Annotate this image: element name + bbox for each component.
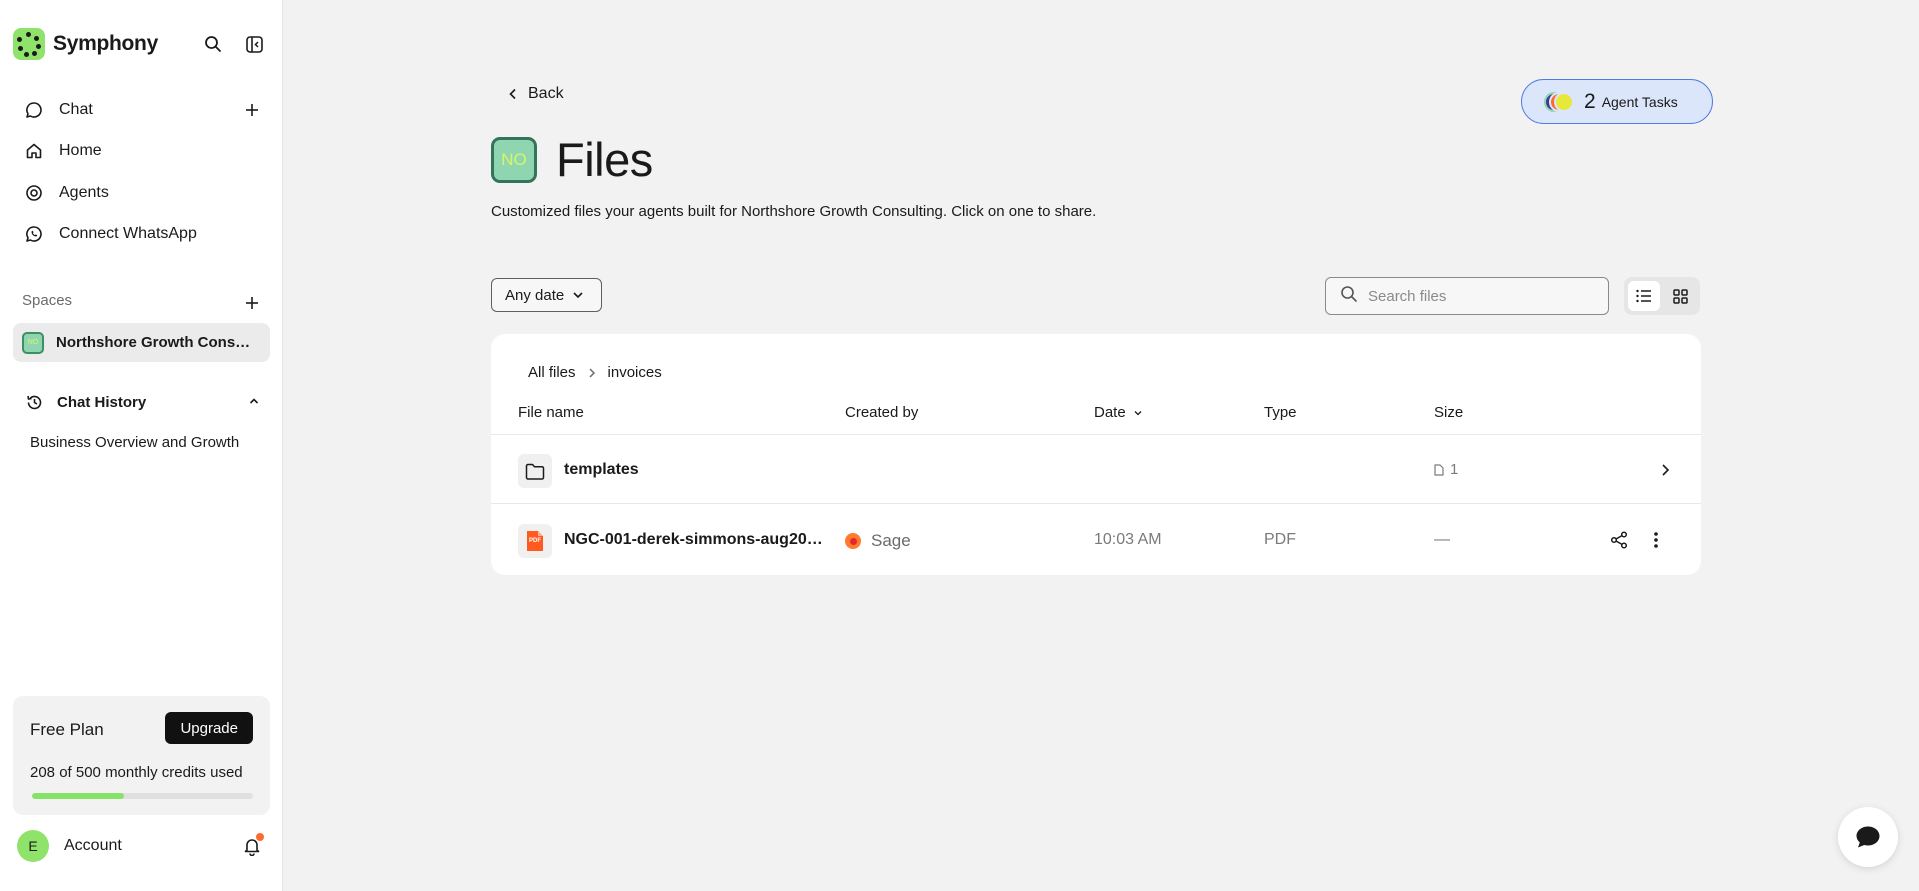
plan-card: Free Plan Upgrade 208 of 500 monthly cre… — [13, 696, 270, 815]
sidebar-item-label: Chat — [59, 101, 93, 118]
sidebar-item-agents[interactable]: Agents — [13, 175, 270, 211]
agent-tasks-button[interactable]: 2 Agent Tasks — [1521, 79, 1713, 124]
grid-icon — [1672, 288, 1688, 304]
column-header-created-by[interactable]: Created by — [845, 404, 918, 421]
home-icon — [25, 142, 43, 160]
list-view-button[interactable] — [1628, 281, 1660, 311]
pdf-file-icon: PDF — [518, 524, 552, 558]
account-button[interactable]: E Account — [17, 830, 122, 862]
file-name: templates — [564, 461, 639, 478]
chat-history-toggle[interactable]: Chat History — [13, 384, 270, 420]
credits-text: 208 of 500 monthly credits used — [30, 764, 243, 781]
notification-dot — [256, 833, 264, 841]
view-toggle — [1624, 277, 1700, 315]
date-filter-dropdown[interactable]: Any date — [491, 278, 602, 312]
files-table: All files invoices File name Created by … — [491, 334, 1701, 575]
sidebar-item-chat[interactable]: Chat — [13, 92, 270, 128]
app-name: Symphony — [53, 32, 158, 55]
avatar: E — [17, 830, 49, 862]
file-size: — — [1434, 531, 1450, 548]
notification-bell-icon[interactable] — [242, 833, 264, 857]
chevron-up-icon — [248, 394, 260, 411]
back-button[interactable]: Back — [508, 85, 564, 103]
chevron-right-icon — [588, 367, 596, 379]
space-name: Northshore Growth Consulting — [56, 334, 256, 351]
page-title: Files — [556, 133, 653, 186]
created-by: Sage — [845, 531, 911, 551]
symphony-logo-icon — [13, 28, 45, 60]
breadcrumb-all-files[interactable]: All files — [528, 364, 576, 381]
chat-bubble-icon — [1856, 826, 1880, 848]
grid-view-button[interactable] — [1664, 281, 1696, 311]
file-date: 10:03 AM — [1094, 531, 1162, 548]
plan-title: Free Plan — [30, 720, 104, 739]
pdf-icon-label: PDF — [529, 538, 541, 544]
chat-bubble-icon — [25, 101, 43, 119]
table-row-file[interactable]: PDF NGC-001-derek-simmons-aug2025.pdf Sa… — [491, 505, 1701, 574]
new-chat-plus-icon[interactable] — [243, 101, 261, 119]
sidebar-space-northshore[interactable]: NO Northshore Growth Consulting — [13, 323, 270, 362]
list-icon — [1636, 289, 1651, 303]
agent-tasks-label: Agent Tasks — [1601, 93, 1678, 110]
account-label: Account — [64, 837, 122, 854]
sidebar-item-home[interactable]: Home — [13, 133, 270, 169]
credits-progress-bar — [32, 793, 253, 799]
column-header-date-label: Date — [1094, 404, 1126, 421]
breadcrumb-current: invoices — [607, 364, 662, 381]
page-subtitle: Customized files your agents built for N… — [491, 203, 1097, 220]
row-divider — [491, 503, 1701, 504]
sidebar-item-label: Connect WhatsApp — [59, 225, 197, 242]
agent-avatars-icon — [1544, 91, 1574, 112]
sidebar-item-label: Home — [59, 142, 102, 159]
sidebar-item-connect-whatsapp[interactable]: Connect WhatsApp — [13, 216, 270, 252]
column-header-file-name[interactable]: File name — [518, 404, 584, 421]
agent-tasks-count: 2 — [1584, 89, 1596, 113]
file-name: NGC-001-derek-simmons-aug2025.pdf — [564, 531, 829, 548]
search-icon — [1340, 285, 1358, 308]
chevron-down-icon — [572, 289, 584, 301]
sort-chevron-down-icon — [1133, 408, 1143, 418]
chat-history-item[interactable]: Business Overview and Growth — [30, 434, 240, 451]
sidebar: Symphony Chat Home Agents Connect WhatsA… — [0, 0, 283, 891]
folder-icon — [518, 454, 552, 488]
collapse-sidebar-icon[interactable] — [244, 34, 264, 54]
whatsapp-icon — [25, 225, 43, 243]
page-header: NO Files — [491, 132, 653, 187]
credits-progress-fill — [32, 793, 124, 799]
folder-size: 1 — [1434, 461, 1458, 478]
column-header-date[interactable]: Date — [1094, 404, 1143, 421]
file-count: 1 — [1450, 461, 1459, 478]
more-options-icon[interactable] — [1646, 530, 1666, 550]
search-icon[interactable] — [203, 34, 223, 54]
back-label: Back — [528, 85, 564, 102]
space-badge: NO — [22, 331, 44, 354]
creator-name: Sage — [871, 531, 911, 550]
sidebar-item-label: Agents — [59, 184, 109, 201]
support-chat-button[interactable] — [1838, 807, 1898, 867]
spaces-heading: Spaces — [22, 292, 73, 309]
history-icon — [25, 393, 43, 411]
search-box[interactable] — [1325, 277, 1609, 315]
column-header-size[interactable]: Size — [1434, 404, 1463, 421]
add-space-plus-icon[interactable] — [243, 294, 261, 312]
agents-icon — [25, 184, 43, 202]
breadcrumb: All files invoices — [528, 364, 662, 381]
file-type: PDF — [1264, 531, 1296, 548]
brand[interactable]: Symphony — [13, 28, 158, 60]
file-count-icon — [1434, 463, 1444, 476]
chevron-left-icon — [508, 88, 518, 100]
share-icon[interactable] — [1609, 530, 1629, 550]
search-input[interactable] — [1368, 287, 1588, 305]
space-badge-large: NO — [491, 136, 537, 183]
chevron-right-icon[interactable] — [1655, 460, 1675, 480]
table-row-folder[interactable]: templates 1 — [491, 435, 1701, 504]
sage-agent-icon — [845, 533, 861, 549]
column-header-type[interactable]: Type — [1264, 404, 1297, 421]
upgrade-button[interactable]: Upgrade — [165, 712, 253, 744]
date-filter-value: Any date — [505, 286, 565, 304]
chat-history-label: Chat History — [57, 393, 147, 411]
